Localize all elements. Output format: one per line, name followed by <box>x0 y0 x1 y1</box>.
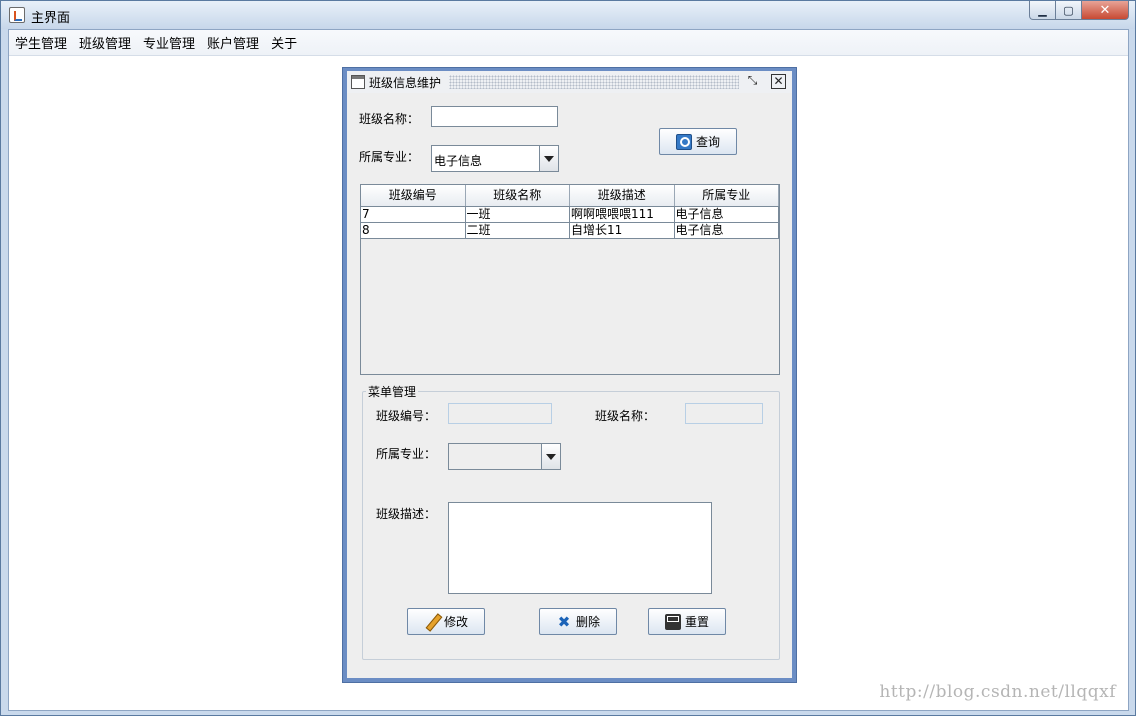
table-cell: 一班 <box>466 207 570 222</box>
edit-id-label: 班级编号： <box>376 409 437 423</box>
chevron-down-icon[interactable] <box>539 146 558 171</box>
search-name-label: 班级名称： <box>359 112 420 126</box>
table-cell: 8 <box>361 223 466 238</box>
menu-about[interactable]: 关于 <box>270 31 298 54</box>
query-button-label: 查询 <box>695 135 720 149</box>
window-titlebar[interactable]: 主界面 ▁ ▢ ✕ <box>1 1 1135 29</box>
column-header-major[interactable]: 所属专业 <box>675 185 779 206</box>
minimize-button[interactable]: ▁ <box>1029 1 1056 20</box>
reset-button[interactable]: 重置 <box>648 608 726 635</box>
minimize-icon: ▁ <box>1038 3 1047 17</box>
frame-title: 班级信息维护 <box>369 76 442 90</box>
table-body: 7 一班 啊啊喂喂喂111 电子信息 8 二班 自增长11 电子信息 <box>361 207 779 239</box>
table-cell: 电子信息 <box>675 207 779 222</box>
reset-icon <box>664 613 681 630</box>
modify-button[interactable]: 修改 <box>407 608 485 635</box>
search-major-label: 所属专业： <box>359 150 420 164</box>
search-name-input[interactable] <box>431 106 558 127</box>
edit-major-select[interactable] <box>448 443 561 470</box>
menu-major[interactable]: 专业管理 <box>142 31 196 54</box>
frame-titlebar[interactable]: 班级信息维护 ⤡ ✕ <box>347 71 792 93</box>
edit-panel-legend: 菜单管理 <box>366 383 419 400</box>
main-window: 主界面 ▁ ▢ ✕ 学生管理 班级管理 专业管理 账户管理 关于 班级信息维护 … <box>0 0 1136 716</box>
edit-desc-label: 班级描述： <box>376 507 437 521</box>
pencil-icon <box>424 614 440 630</box>
frame-window-icon <box>351 75 365 89</box>
table-row[interactable]: 7 一班 啊啊喂喂喂111 电子信息 <box>361 207 779 223</box>
column-header-id[interactable]: 班级编号 <box>361 185 466 206</box>
chevron-down-icon[interactable] <box>541 444 560 469</box>
titlebar-texture <box>449 75 739 89</box>
delete-button-label: 删除 <box>575 615 600 629</box>
table-cell: 自增长11 <box>570 223 675 238</box>
maximize-button[interactable]: ▢ <box>1056 1 1082 20</box>
query-button[interactable]: 查询 <box>659 128 737 155</box>
delete-button[interactable]: ✖ 删除 <box>539 608 617 635</box>
frame-close-icon[interactable]: ✕ <box>771 74 786 89</box>
table-cell: 二班 <box>466 223 570 238</box>
table-row[interactable]: 8 二班 自增长11 电子信息 <box>361 223 779 239</box>
class-table[interactable]: 班级编号 班级名称 班级描述 所属专业 7 一班 啊啊喂喂喂111 电子信息 8… <box>360 184 780 375</box>
table-header: 班级编号 班级名称 班级描述 所属专业 <box>361 185 779 207</box>
frame-content: 班级名称： 所属专业： 电子信息 查询 班级编号 班级名称 班级描述 所属专业 … <box>347 93 792 678</box>
edit-id-input[interactable] <box>448 403 552 424</box>
edit-major-label: 所属专业： <box>376 447 437 461</box>
class-info-frame: 班级信息维护 ⤡ ✕ 班级名称： 所属专业： 电子信息 查询 班级编号 班级名称… <box>342 67 797 683</box>
reset-button-label: 重置 <box>684 615 709 629</box>
search-major-select[interactable]: 电子信息 <box>431 145 559 172</box>
menu-class[interactable]: 班级管理 <box>78 31 132 54</box>
watermark: http://blog.csdn.net/llqqxf <box>879 682 1116 702</box>
menu-account[interactable]: 账户管理 <box>206 31 260 54</box>
search-major-value: 电子信息 <box>434 154 483 168</box>
close-icon: ✕ <box>1099 2 1111 18</box>
edit-name-label: 班级名称： <box>595 409 656 423</box>
column-header-desc[interactable]: 班级描述 <box>570 185 675 206</box>
menu-student[interactable]: 学生管理 <box>14 31 68 54</box>
edit-name-input[interactable] <box>685 403 763 424</box>
column-header-name[interactable]: 班级名称 <box>466 185 570 206</box>
search-icon <box>675 133 692 150</box>
delete-x-icon: ✖ <box>557 612 571 631</box>
maximize-icon: ▢ <box>1063 3 1074 17</box>
window-title: 主界面 <box>31 11 71 26</box>
modify-button-label: 修改 <box>443 615 468 629</box>
menu-bar: 学生管理 班级管理 专业管理 账户管理 关于 <box>9 30 1128 56</box>
java-app-icon <box>9 7 25 23</box>
table-cell: 7 <box>361 207 466 222</box>
edit-desc-textarea[interactable] <box>448 502 712 594</box>
window-controls: ▁ ▢ ✕ <box>1029 1 1129 20</box>
frame-restore-icon[interactable]: ⤡ <box>745 74 760 89</box>
table-cell: 电子信息 <box>675 223 779 238</box>
close-button[interactable]: ✕ <box>1082 1 1129 20</box>
table-cell: 啊啊喂喂喂111 <box>570 207 675 222</box>
desktop-pane: 学生管理 班级管理 专业管理 账户管理 关于 班级信息维护 ⤡ ✕ 班级名称： … <box>8 29 1129 711</box>
